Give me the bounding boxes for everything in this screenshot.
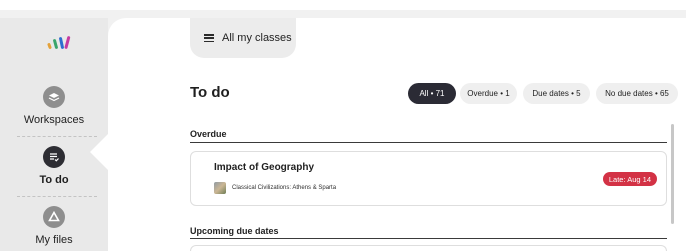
- status-badge: Late: Aug 14: [602, 172, 657, 186]
- class-selector[interactable]: All my classes: [190, 18, 296, 58]
- class-name: Classical Civilizations: Athens & Sparta: [232, 185, 337, 191]
- class-thumbnail: [214, 182, 226, 194]
- assignment-card[interactable]: Impact of Geography Classical Civilizati…: [190, 151, 667, 206]
- sidebar-item-label: To do: [39, 174, 69, 186]
- section-divider: [190, 238, 667, 239]
- filter-no-due-dates[interactable]: No due dates • 65: [596, 83, 678, 104]
- page-title: To do: [190, 84, 230, 101]
- top-strip: [0, 0, 686, 10]
- sidebar-item-my-files[interactable]: My files: [10, 206, 98, 246]
- sidebar-item-workspaces[interactable]: Workspaces: [10, 86, 98, 126]
- app-logo[interactable]: [47, 34, 73, 50]
- assignment-card[interactable]: [190, 245, 667, 251]
- menu-icon: [204, 34, 214, 42]
- filter-due-dates[interactable]: Due dates • 5: [523, 83, 590, 104]
- layers-icon: [43, 86, 65, 108]
- filter-overdue[interactable]: Overdue • 1: [460, 83, 517, 104]
- active-indicator: [90, 134, 108, 170]
- assignment-class: Classical Civilizations: Athens & Sparta: [214, 182, 336, 194]
- divider: [17, 136, 97, 137]
- class-selector-label: All my classes: [222, 32, 292, 44]
- section-divider: [190, 142, 667, 143]
- drive-icon: [43, 206, 65, 228]
- scrollbar[interactable]: [671, 124, 674, 224]
- sidebar-item-label: My files: [35, 234, 73, 246]
- sidebar-item-todo[interactable]: To do: [10, 146, 98, 186]
- sidebar-item-label: Workspaces: [23, 114, 85, 126]
- section-title-overdue: Overdue: [190, 129, 227, 139]
- divider: [17, 196, 97, 197]
- filter-all[interactable]: All • 71: [408, 83, 456, 104]
- todo-icon: [43, 146, 65, 168]
- assignment-title: Impact of Geography: [214, 162, 315, 173]
- section-title-upcoming: Upcoming due dates: [190, 226, 279, 236]
